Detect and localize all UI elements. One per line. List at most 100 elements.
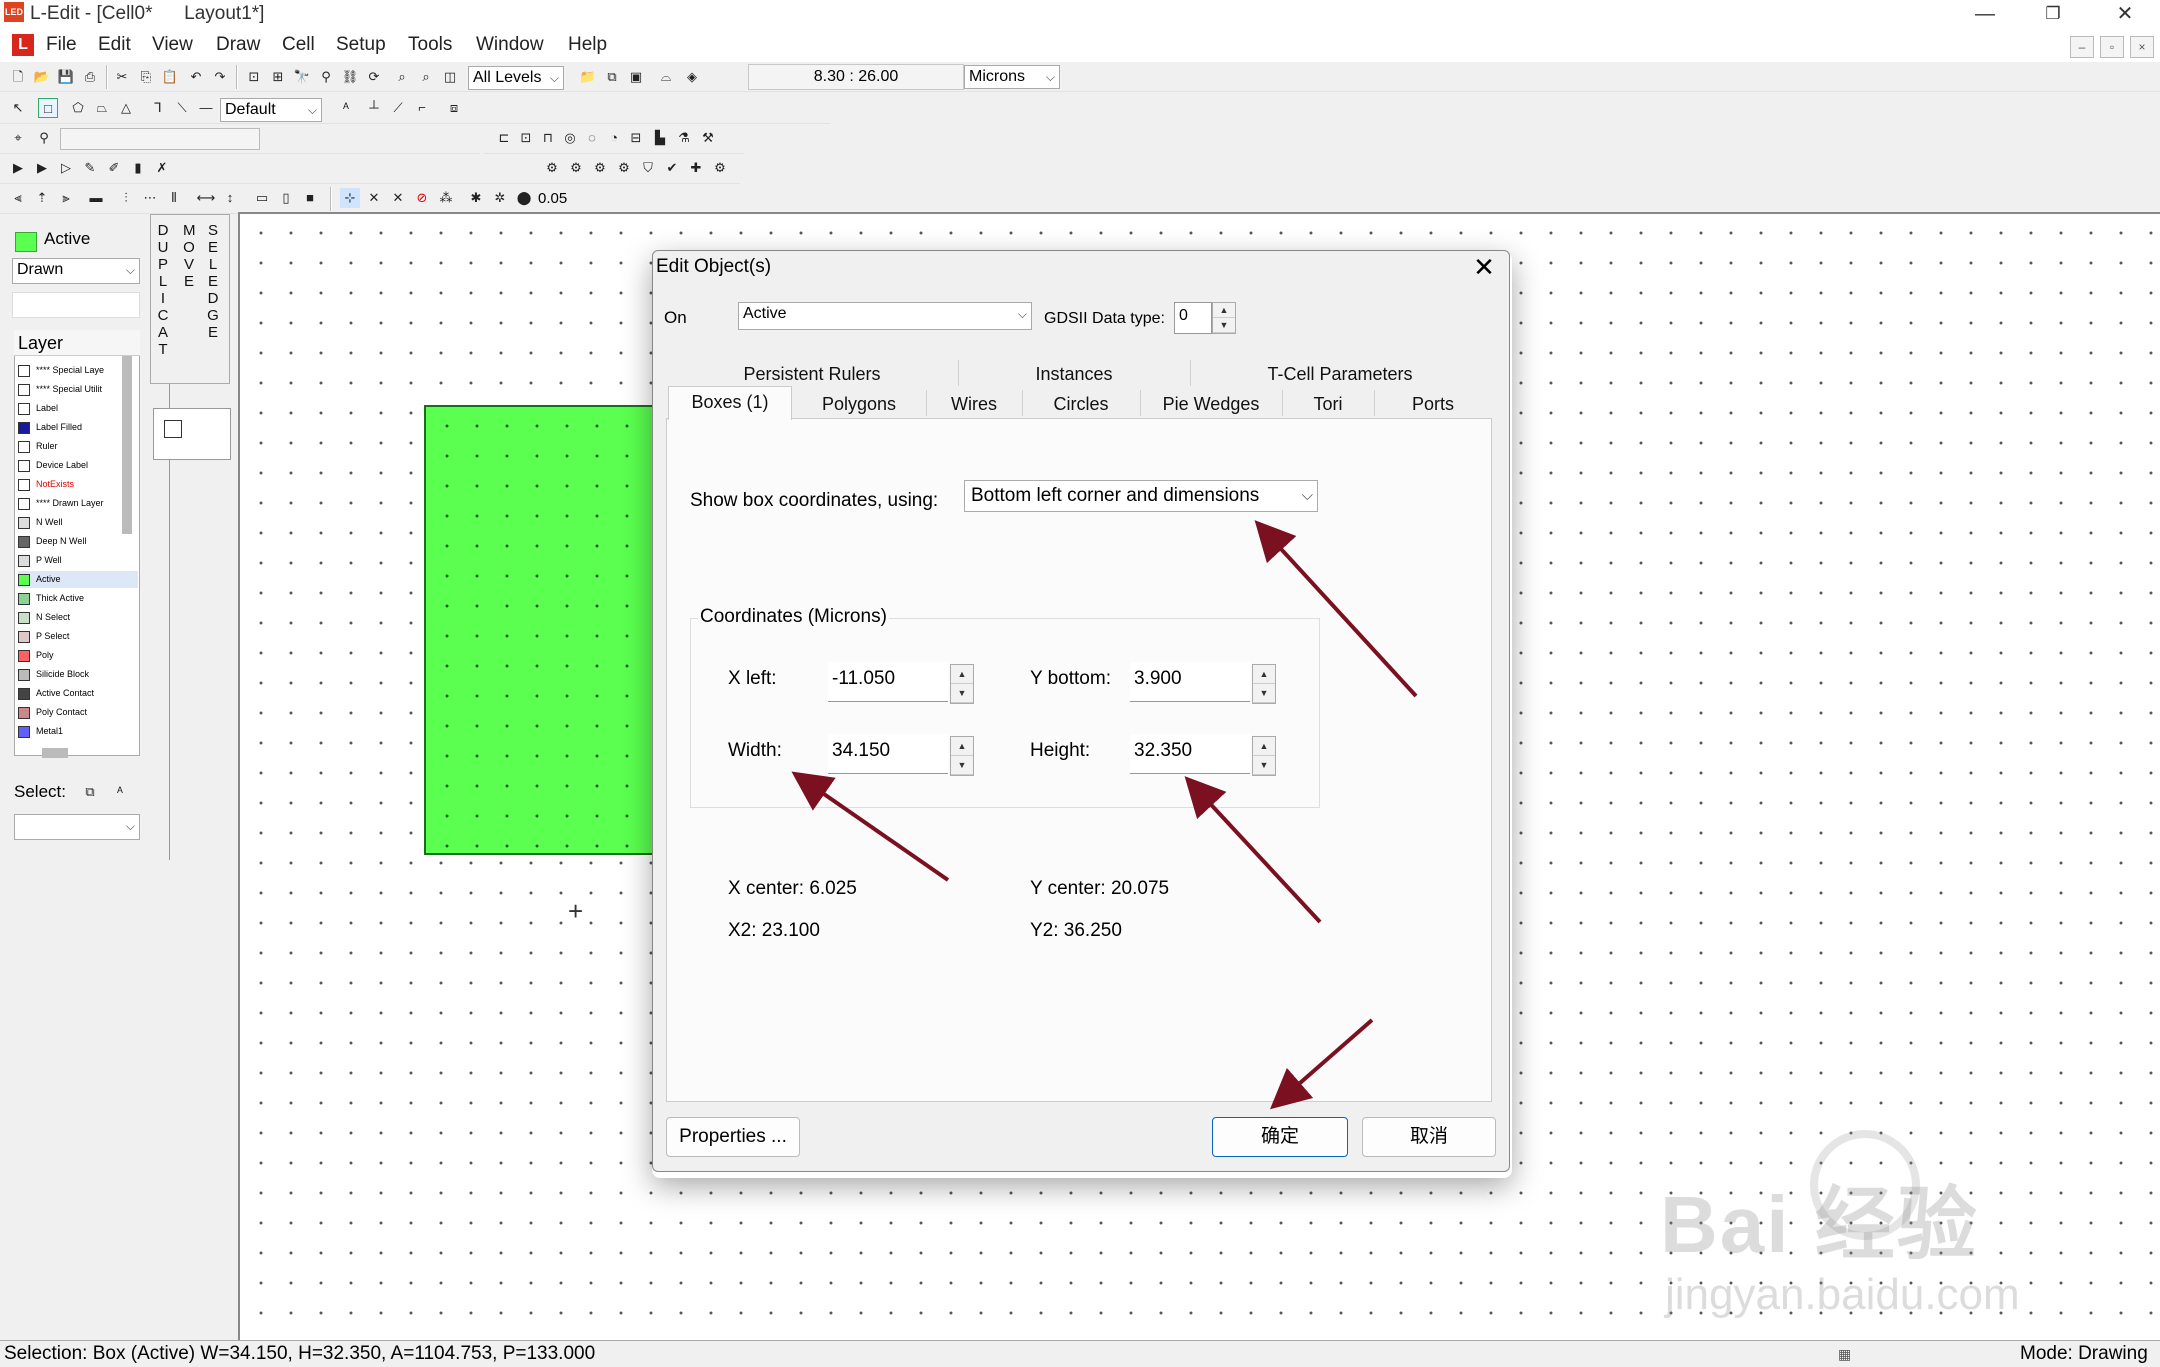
menu-setup[interactable]: Setup [336, 34, 386, 56]
style-select[interactable]: Default ⌵ [220, 98, 322, 122]
layer-item[interactable]: Label Filled [18, 419, 82, 436]
step-down-icon[interactable]: ▼ [951, 684, 973, 703]
tab-persistent-rulers[interactable]: Persistent Rulers [666, 364, 958, 385]
generate-guard-icon[interactable]: ⚙ [614, 158, 634, 178]
3d-view-icon[interactable]: ◈ [682, 67, 702, 87]
menu-window[interactable]: Window [476, 34, 544, 56]
step-down-icon[interactable]: ▼ [1213, 318, 1235, 333]
snap-mid-icon[interactable]: ✱ [466, 188, 486, 208]
ruler-angle-icon[interactable]: ⟋ [388, 98, 408, 118]
ruler-icon[interactable]: ┴ [364, 98, 384, 118]
menu-view[interactable]: View [152, 34, 193, 56]
layer-item[interactable]: **** Drawn Layer [18, 495, 104, 512]
refresh-icon[interactable]: ⟳ [364, 67, 384, 87]
layer-item[interactable]: Active Contact [18, 685, 94, 702]
step-up-icon[interactable]: ▲ [1213, 303, 1235, 318]
menu-help[interactable]: Help [568, 34, 607, 56]
cell-hierarchy-icon[interactable]: ⧉ [602, 67, 622, 87]
layer-type-select[interactable]: Drawn ⌵ [12, 258, 140, 284]
zoom-out-icon[interactable]: ⌕ [416, 67, 436, 87]
step-down-icon[interactable]: ▼ [951, 756, 973, 775]
paste-icon[interactable]: 📋 [160, 67, 180, 87]
wire45-tool-icon[interactable]: ⟍ [172, 98, 192, 118]
restore-button[interactable]: ❐ [2018, 0, 2088, 28]
menu-draw[interactable]: Draw [216, 34, 260, 56]
snap-grid-icon[interactable]: ⊹ [340, 188, 360, 208]
gdsii-datatype-input[interactable]: 0 [1174, 302, 1212, 334]
mdi-close-button[interactable]: × [2130, 36, 2154, 58]
tab-ports[interactable]: Ports [1374, 394, 1492, 415]
zoom-fit-icon[interactable]: ⊞ [268, 67, 288, 87]
box-tool-icon[interactable]: □ [38, 98, 58, 118]
drc-results-icon[interactable]: ▮ [128, 158, 148, 178]
properties-button[interactable]: Properties ... [666, 1117, 800, 1157]
drc-clear-icon[interactable]: ✗ [152, 158, 172, 178]
layer-item[interactable]: Deep N Well [18, 533, 86, 550]
polygon-tool-icon[interactable]: ⬠ [68, 98, 88, 118]
tab-circles[interactable]: Circles [1022, 394, 1140, 415]
cancel-button[interactable]: 取消 [1362, 1117, 1496, 1157]
align-bottom-icon[interactable]: ⫴ [164, 188, 184, 208]
align-right-edge-icon[interactable]: ⫸ [56, 188, 76, 208]
tab-tori[interactable]: Tori [1282, 394, 1374, 415]
cross-section-icon[interactable]: ⌓ [656, 67, 676, 87]
open-cell-icon[interactable]: 📁 [578, 67, 598, 87]
layer-item[interactable]: **** Special Utilit [18, 381, 102, 398]
step-up-icon[interactable]: ▲ [1253, 665, 1275, 684]
layer-item[interactable]: Silicide Block [18, 666, 89, 683]
mdi-minimize-button[interactable]: – [2070, 36, 2094, 58]
menu-file[interactable]: File [46, 34, 77, 56]
align-top-icon[interactable]: ⊓ [538, 128, 558, 148]
redo-icon[interactable]: ↷ [210, 67, 230, 87]
tab-wires[interactable]: Wires [926, 394, 1022, 415]
verify-icon[interactable]: ✔ [662, 158, 682, 178]
y-bottom-stepper[interactable]: ▲ ▼ [1252, 664, 1276, 704]
ext-run-icon[interactable]: ▶ [32, 158, 52, 178]
gdsii-datatype-stepper[interactable]: ▲ ▼ [1212, 302, 1236, 334]
merge-icon[interactable]: ▙ [650, 128, 670, 148]
locator-icon[interactable]: ⌖ [8, 128, 28, 148]
mdi-restore-button[interactable]: ▫ [2100, 36, 2124, 58]
select-arrow-icon[interactable]: ↖ [8, 98, 28, 118]
align-center-icon[interactable]: ⊡ [516, 128, 536, 148]
menu-cell[interactable]: Cell [282, 34, 315, 56]
pie-tool-icon[interactable]: ◔ [604, 128, 624, 148]
tab-polygons[interactable]: Polygons [792, 394, 926, 415]
layer-item[interactable]: Poly [18, 647, 54, 664]
cut-icon[interactable]: ✂ [112, 67, 132, 87]
tab-instances[interactable]: Instances [958, 364, 1190, 385]
active-layer-box[interactable] [424, 405, 654, 855]
cell-view-icon[interactable]: ▣ [626, 67, 646, 87]
layer-list-hscrollbar[interactable] [42, 748, 68, 758]
drc-setup-icon[interactable]: ✎ [80, 158, 100, 178]
snap-off-icon[interactable]: ⊘ [412, 188, 432, 208]
wire-tool-icon[interactable]: ⅂ [148, 98, 168, 118]
generate-fill-icon[interactable]: ⚙ [566, 158, 586, 178]
step-up-icon[interactable]: ▲ [951, 737, 973, 756]
polygon45-tool-icon[interactable]: ⏢ [92, 98, 112, 118]
new-file-icon[interactable]: 🗋 [8, 67, 28, 87]
step-down-icon[interactable]: ▼ [1253, 756, 1275, 775]
units-select[interactable]: Microns ⌵ [964, 65, 1060, 89]
text-label-icon[interactable]: ᴬ [336, 98, 356, 118]
snap-edge-icon[interactable]: ✕ [364, 188, 384, 208]
generate-layers-icon[interactable]: ⚙ [542, 158, 562, 178]
torus-tool-icon[interactable]: ◌ [582, 128, 602, 148]
find-icon[interactable]: 🔭 [292, 67, 312, 87]
tools-icon[interactable]: ⚙ [710, 158, 730, 178]
instance-icon[interactable]: ⧈ [444, 98, 464, 118]
slice-icon[interactable]: ⚗ [674, 128, 694, 148]
generate-check-icon[interactable]: ⛉ [638, 158, 658, 178]
snap-center-icon[interactable]: ✲ [490, 188, 510, 208]
mode-select-edge[interactable]: SEL EDGE [202, 222, 224, 341]
circle-tool-icon[interactable]: ◎ [560, 128, 580, 148]
ruler-end-icon[interactable]: ⌐ [412, 98, 432, 118]
dialog-close-icon[interactable]: ✕ [1470, 252, 1498, 282]
pin-icon[interactable]: ✚ [686, 158, 706, 178]
width-input[interactable]: 34.150 [828, 734, 948, 774]
print-icon[interactable]: ⎙ [80, 67, 100, 87]
width-stepper[interactable]: ▲ ▼ [950, 736, 974, 776]
x-left-stepper[interactable]: ▲ ▼ [950, 664, 974, 704]
step-up-icon[interactable]: ▲ [1253, 737, 1275, 756]
tab-tcell-parameters[interactable]: T-Cell Parameters [1190, 364, 1490, 385]
